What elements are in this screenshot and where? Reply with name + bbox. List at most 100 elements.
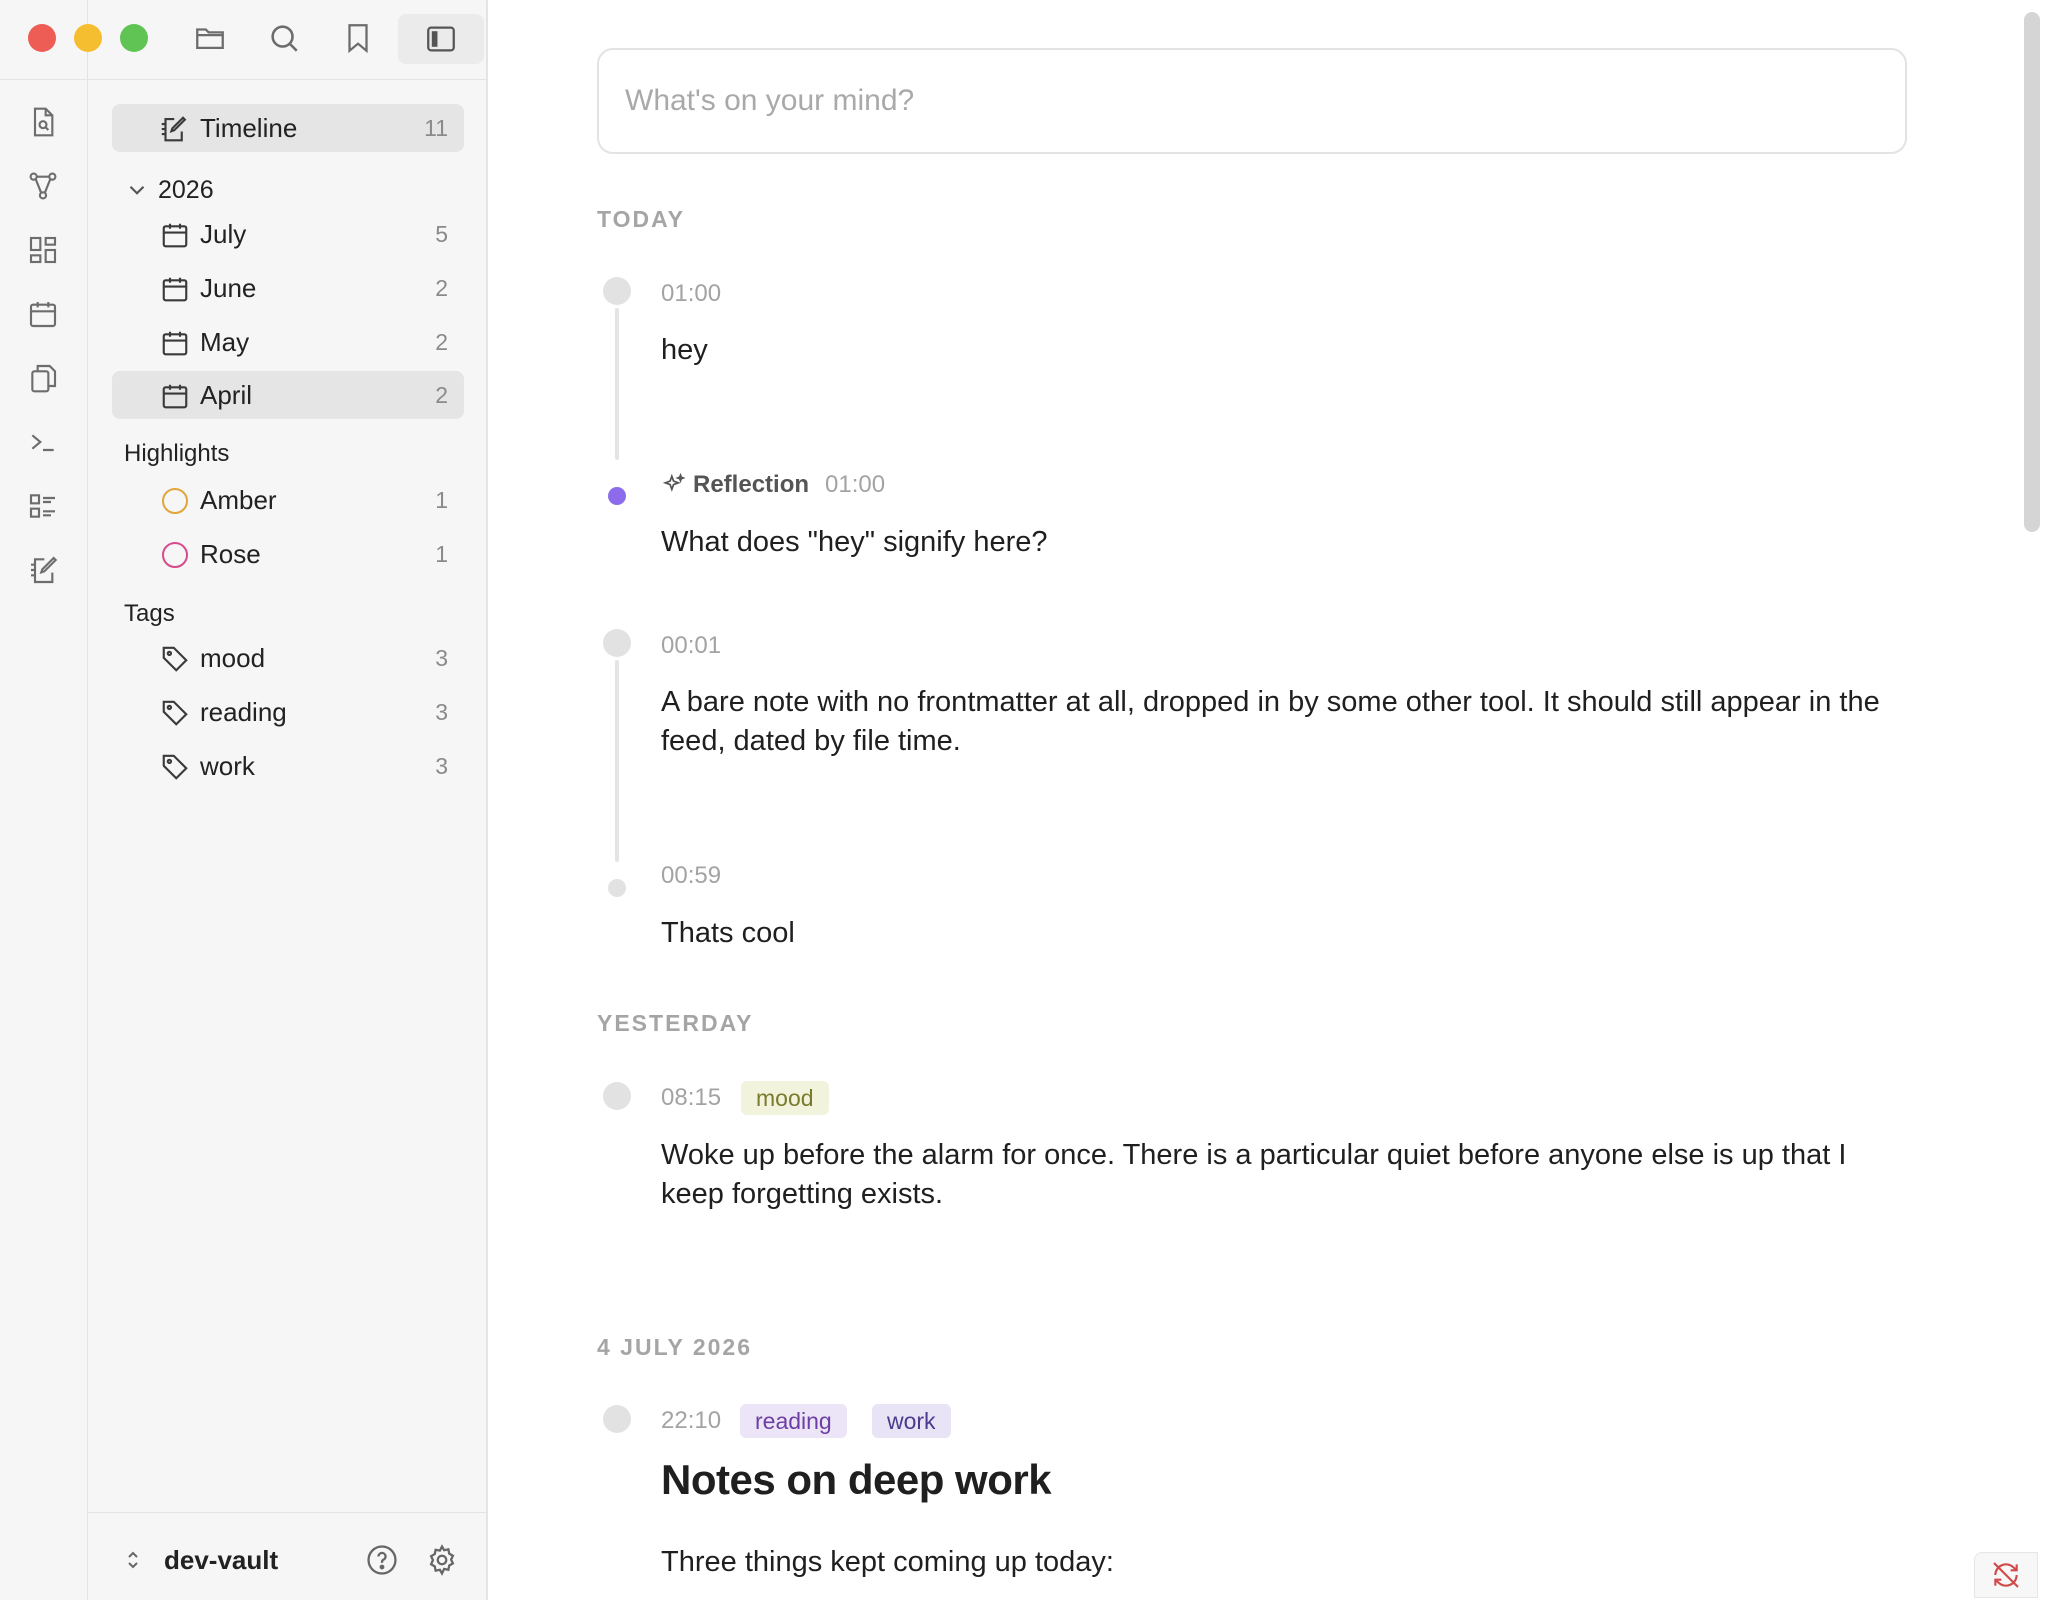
entry-text[interactable]: Three things kept coming up today: xyxy=(661,1543,1911,1582)
day-heading-date: 4 JULY 2026 xyxy=(597,1334,753,1360)
sidebar-item-july[interactable]: July 5 xyxy=(112,210,464,258)
highlights-heading: Highlights xyxy=(124,440,230,467)
sparkles-icon xyxy=(661,472,687,498)
compose-box[interactable] xyxy=(597,48,1907,154)
sidebar-item-label: reading xyxy=(200,696,287,727)
entry-time: 01:00 xyxy=(661,280,722,307)
gear-icon[interactable] xyxy=(422,1540,462,1580)
year-group-toggle[interactable]: 2026 xyxy=(124,172,214,208)
day-heading-today: TODAY xyxy=(597,206,685,232)
entry-time: 22:10 xyxy=(661,1407,722,1434)
calendar-icon xyxy=(160,381,190,411)
tag-chip-reading[interactable]: reading xyxy=(740,1404,847,1438)
dashboard-icon[interactable] xyxy=(22,229,64,271)
bookmark-icon[interactable] xyxy=(338,18,378,58)
timeline-connector xyxy=(615,660,619,862)
sidebar-item-count: 1 xyxy=(435,486,448,513)
timeline-dot xyxy=(608,879,626,897)
sidebar-item-amber[interactable]: Amber 1 xyxy=(112,476,464,524)
sidebar-item-count: 2 xyxy=(435,381,448,408)
tag-icon xyxy=(160,752,190,782)
sidebar-item-count: 3 xyxy=(435,698,448,725)
sync-off-icon[interactable] xyxy=(1974,1552,2038,1598)
year-label: 2026 xyxy=(158,175,214,204)
timeline-connector xyxy=(615,308,619,460)
close-button[interactable] xyxy=(28,24,56,52)
compose-input[interactable] xyxy=(623,78,1827,124)
sidebar-item-label: mood xyxy=(200,642,266,673)
sidebar-item-tag-reading[interactable]: reading 3 xyxy=(112,688,464,736)
entry-text[interactable]: hey xyxy=(661,331,1911,370)
reflection-dot xyxy=(608,487,626,505)
minimize-button[interactable] xyxy=(74,24,102,52)
entry-time: 01:00 xyxy=(825,471,886,498)
entry-text[interactable]: A bare note with no frontmatter at all, … xyxy=(661,683,1911,761)
sidebar-item-count: 2 xyxy=(435,328,448,355)
sidebar-item-tag-work[interactable]: work 3 xyxy=(112,742,464,790)
sidebar-toggle-button[interactable] xyxy=(398,14,484,64)
sidebar-item-count: 3 xyxy=(435,644,448,671)
sidebar-item-count: 11 xyxy=(424,114,448,141)
tag-chip-work[interactable]: work xyxy=(872,1404,951,1438)
search-file-icon[interactable] xyxy=(22,101,64,143)
sidebar-item-april[interactable]: April 2 xyxy=(112,371,464,419)
sidebar-item-label: Rose xyxy=(200,538,261,569)
zoom-button[interactable] xyxy=(120,24,148,52)
calendar-icon[interactable] xyxy=(22,293,64,335)
timeline-dot xyxy=(603,1082,631,1110)
sidebar-item-label: June xyxy=(200,272,257,303)
sidebar-item-count: 1 xyxy=(435,540,448,567)
chevron-up-down-icon xyxy=(120,1547,146,1573)
amber-circle-icon xyxy=(160,486,190,516)
entry-title[interactable]: Notes on deep work xyxy=(661,1456,1052,1504)
calendar-icon xyxy=(160,274,190,304)
tag-chip-mood[interactable]: mood xyxy=(741,1081,829,1115)
vault-name: dev-vault xyxy=(164,1544,279,1575)
sidebar-item-label: May xyxy=(200,326,250,357)
copy-icon[interactable] xyxy=(22,357,64,399)
terminal-icon[interactable] xyxy=(22,421,64,463)
tag-icon xyxy=(160,644,190,674)
sidebar-item-rose[interactable]: Rose 1 xyxy=(112,530,464,578)
sidebar-item-label: Amber xyxy=(200,484,277,515)
sidebar-item-label: Timeline xyxy=(200,112,298,143)
sidebar-toggle-icon xyxy=(421,20,461,58)
timeline-dot xyxy=(603,1405,631,1433)
sidebar-item-count: 3 xyxy=(435,752,448,779)
reflection-label: Reflection xyxy=(693,471,810,498)
sidebar-item-may[interactable]: May 2 xyxy=(112,318,464,366)
scrollbar-thumb[interactable] xyxy=(2024,12,2040,532)
app-window: Timeline 11 2026 July 5 June 2 May 2 Apr… xyxy=(0,0,2048,1600)
sidebar-item-label: July xyxy=(200,218,247,249)
entry-text[interactable]: Thats cool xyxy=(661,914,1911,953)
entry-time: 00:59 xyxy=(661,862,722,889)
timeline-dot xyxy=(603,629,631,657)
tag-icon xyxy=(160,698,190,728)
rose-circle-icon xyxy=(160,540,190,570)
titlebar-divider xyxy=(0,79,488,80)
sidebar-footer-divider xyxy=(88,1512,486,1513)
sidebar-item-count: 5 xyxy=(435,220,448,247)
calendar-icon xyxy=(160,328,190,358)
day-heading-yesterday: YESTERDAY xyxy=(597,1010,754,1036)
search-icon[interactable] xyxy=(264,18,304,58)
entry-text[interactable]: What does "hey" signify here? xyxy=(661,523,1911,562)
sidebar-item-tag-mood[interactable]: mood 3 xyxy=(112,634,464,682)
sidebar-item-timeline[interactable]: Timeline 11 xyxy=(112,104,464,152)
entry-time: 00:01 xyxy=(661,632,722,659)
help-icon[interactable] xyxy=(362,1540,402,1580)
notebook-pen-icon[interactable] xyxy=(22,549,64,591)
reflection-header: Reflection 01:00 xyxy=(661,468,885,502)
vault-switcher[interactable]: dev-vault xyxy=(120,1536,278,1584)
folder-icon[interactable] xyxy=(190,18,230,58)
graph-icon[interactable] xyxy=(22,165,64,207)
chevron-down-icon xyxy=(124,177,150,203)
sidebar-item-label: work xyxy=(200,750,255,781)
list-checks-icon[interactable] xyxy=(22,485,64,527)
calendar-icon xyxy=(160,220,190,250)
sidebar-item-june[interactable]: June 2 xyxy=(112,264,464,312)
entry-text[interactable]: Woke up before the alarm for once. There… xyxy=(661,1136,1911,1214)
sidebar-item-label: April xyxy=(200,379,253,410)
timeline-dot xyxy=(603,277,631,305)
ribbon xyxy=(0,0,88,1600)
